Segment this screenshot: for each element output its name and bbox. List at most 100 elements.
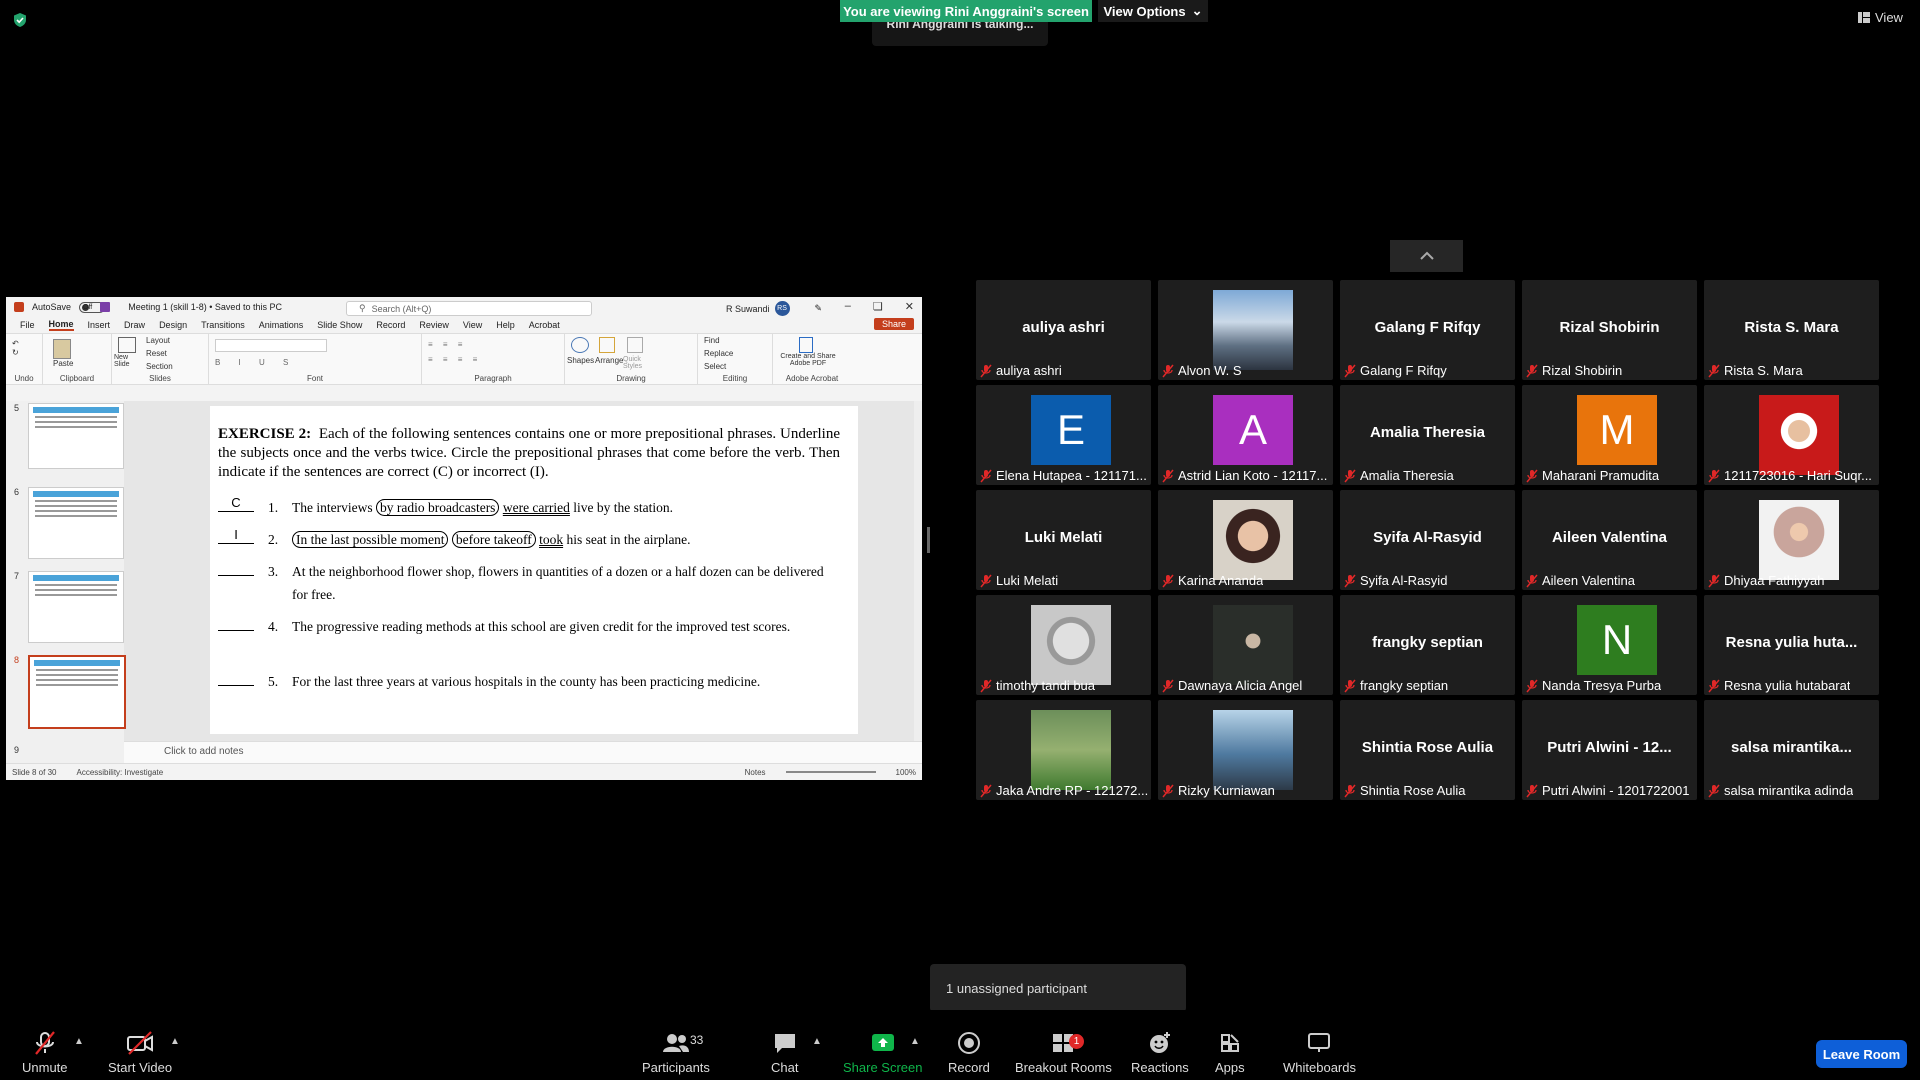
notes-toggle[interactable]: Notes [745,768,766,777]
participant-tile[interactable]: timothy tandi bua [976,595,1151,695]
restore-icon[interactable]: ❏ [873,300,883,313]
new-slide-icon[interactable] [118,337,136,353]
slide-thumbnail-pane[interactable]: 5 6 7 8 9 [6,401,126,763]
slide-thumbnail[interactable] [28,571,124,643]
participant-tile[interactable]: Rista S. Mara Rista S. Mara [1704,280,1879,380]
participant-tile[interactable]: 1211723016 - Hari Suqr... [1704,385,1879,485]
reactions-button[interactable]: Reactions [1131,1030,1189,1075]
leave-room-button[interactable]: Leave Room [1816,1040,1907,1068]
current-slide[interactable]: EXERCISE 2: Each of the following senten… [210,406,858,734]
ppt-tab[interactable]: Review [419,320,449,330]
arrange-icon[interactable] [599,337,615,353]
shapes-label[interactable]: Shapes [567,356,594,365]
participant-tile[interactable]: Shintia Rose Aulia Shintia Rose Aulia [1340,700,1515,800]
slide-thumbnail[interactable] [28,403,124,469]
zoom-slider[interactable] [785,771,876,773]
unassigned-participant-tooltip[interactable]: 1 unassigned participant [930,964,1186,1012]
new-slide-label[interactable]: New Slide [114,354,140,368]
start-video-button[interactable]: Start Video [108,1030,172,1075]
participant-tile[interactable]: Rizky Kurniawan [1158,700,1333,800]
participant-tile[interactable]: Dawnaya Alicia Angel [1158,595,1333,695]
participant-tile[interactable]: Rizal Shobirin Rizal Shobirin [1522,280,1697,380]
accessibility-status[interactable]: Accessibility: Investigate [76,768,163,777]
view-options-button[interactable]: View Options ⌄ [1098,0,1208,22]
share-options-caret[interactable]: ▲ [910,1036,920,1047]
file-title[interactable]: Meeting 1 (skill 1-8) • Saved to this PC [128,302,282,312]
create-pdf-button[interactable]: Create and Share Adobe PDF [775,353,841,367]
zoom-level[interactable]: 100% [896,768,916,777]
participant-tile[interactable]: Karina Ananda [1158,490,1333,590]
ppt-tab[interactable]: Help [496,320,515,330]
view-button[interactable]: View [1858,10,1903,25]
replace-button[interactable]: Replace [704,349,733,358]
participant-tile[interactable]: M Maharani Pramudita [1522,385,1697,485]
slide-thumbnail-selected[interactable] [28,655,126,729]
minimize-icon[interactable]: – [845,300,851,313]
layout-button[interactable]: Layout [146,336,170,345]
participant-tile[interactable]: frangky septian frangky septian [1340,595,1515,695]
ppt-tab[interactable]: View [463,320,482,330]
reset-button[interactable]: Reset [146,349,167,358]
participant-tile[interactable]: Syifa Al-Rasyid Syifa Al-Rasyid [1340,490,1515,590]
save-icon[interactable] [100,302,111,312]
arrange-label[interactable]: Arrange [595,356,623,365]
apps-button[interactable]: Apps [1215,1030,1245,1075]
encryption-shield-icon[interactable] [12,12,28,28]
participant-tile[interactable]: Amalia Theresia Amalia Theresia [1340,385,1515,485]
undo-icon[interactable]: ↶ [12,339,36,348]
ppt-tab[interactable]: Animations [259,320,304,330]
pdf-icon[interactable] [799,337,813,353]
participant-tile[interactable]: Dhiyaa Fathiyyah [1704,490,1879,590]
video-options-caret[interactable]: ▲ [170,1036,180,1047]
whiteboards-button[interactable]: Whiteboards [1283,1030,1356,1075]
ppt-search-box[interactable]: ⚲ Search (Alt+Q) [346,301,592,316]
quick-styles-icon[interactable] [627,337,643,353]
unmute-button[interactable]: Unmute [22,1030,68,1075]
participant-tile[interactable]: Jaka Andre RP - 121272... [976,700,1151,800]
ppt-tab[interactable]: Draw [124,320,145,330]
notes-pane[interactable]: Click to add notes [124,741,922,763]
participant-tile[interactable]: Galang F Rifqy Galang F Rifqy [1340,280,1515,380]
chat-options-caret[interactable]: ▲ [812,1036,822,1047]
participant-tile[interactable]: Aileen Valentina Aileen Valentina [1522,490,1697,590]
participant-tile[interactable]: N Nanda Tresya Purba [1522,595,1697,695]
select-button[interactable]: Select [704,362,726,371]
audio-options-caret[interactable]: ▲ [74,1036,84,1047]
participant-tile[interactable]: auliya ashri auliya ashri [976,280,1151,380]
participant-tile[interactable]: Resna yulia huta... Resna yulia hutabarat [1704,595,1879,695]
ppt-tab[interactable]: Acrobat [529,320,560,330]
slide-scrollbar[interactable] [914,401,922,741]
participant-tile[interactable]: salsa mirantika... salsa mirantika adinda [1704,700,1879,800]
list-buttons[interactable]: ≡ ≡ ≡ [428,340,558,349]
paste-label[interactable]: Paste [53,359,105,368]
shapes-icon[interactable] [571,337,589,353]
font-format-buttons[interactable]: B I U S [215,358,415,367]
ppt-tab[interactable]: Design [159,320,187,330]
ppt-tab[interactable]: File [20,320,35,330]
quick-styles-label[interactable]: Quick Styles [623,356,653,370]
breakout-rooms-button[interactable]: Breakout Rooms [1015,1030,1112,1075]
ppt-user[interactable]: R Suwandi RS ✎ [726,301,822,316]
redo-icon[interactable]: ↻ [12,348,36,357]
participant-tile[interactable]: A Astrid Lian Koto - 12117... [1158,385,1333,485]
align-buttons[interactable]: ≡ ≡ ≡ ≡ [428,355,558,364]
participant-tile[interactable]: Putri Alwini - 12... Putri Alwini - 12017… [1522,700,1697,800]
slide-thumbnail[interactable] [28,487,124,559]
chat-button[interactable]: Chat [771,1030,798,1075]
participant-tile[interactable]: Luki Melati Luki Melati [976,490,1151,590]
font-name-field[interactable] [215,339,327,352]
split-view-handle[interactable] [927,527,930,553]
collapse-gallery-button[interactable] [1390,240,1463,272]
ppt-share-button[interactable]: Share [873,318,914,330]
ppt-tab[interactable]: Home [48,319,74,331]
ppt-tab[interactable]: Transitions [201,320,245,330]
ppt-tab[interactable]: Slide Show [317,320,362,330]
pen-icon[interactable]: ✎ [815,303,823,314]
participant-tile[interactable]: Alvon W. S [1158,280,1333,380]
ppt-tab[interactable]: Record [376,320,405,330]
find-button[interactable]: Find [704,336,720,345]
participant-tile[interactable]: E Elena Hutapea - 121171... [976,385,1151,485]
section-button[interactable]: Section [146,362,173,371]
record-button[interactable]: Record [948,1030,990,1075]
ppt-tab[interactable]: Insert [88,320,111,330]
